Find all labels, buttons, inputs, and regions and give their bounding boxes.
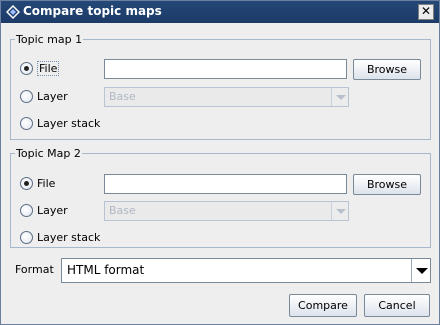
topic-map-1-layer-label[interactable]: Layer <box>37 90 68 103</box>
close-button[interactable]: ✕ <box>418 4 434 20</box>
chevron-down-icon <box>331 88 348 106</box>
topic-map-1-layer-value: Base <box>109 90 136 103</box>
topic-map-2-layer-select: Base <box>104 201 349 221</box>
topic-map-1-layer-stack-label[interactable]: Layer stack <box>37 117 100 130</box>
format-select[interactable]: HTML format <box>61 258 431 283</box>
format-value: HTML format <box>67 263 145 277</box>
topic-map-2-layer-stack-label[interactable]: Layer stack <box>37 231 100 244</box>
topic-map-2-group: Topic Map 2 File Browse Layer Base Layer… <box>10 147 431 248</box>
topic-map-1-file-label[interactable]: File <box>37 61 60 76</box>
topic-map-2-browse-button[interactable]: Browse <box>353 174 421 195</box>
window-title: Compare topic maps <box>23 4 162 18</box>
close-icon: ✕ <box>420 4 432 18</box>
topic-map-icon <box>6 5 20 19</box>
topic-map-1-file-radio[interactable] <box>20 62 33 75</box>
topic-map-1-layer-radio[interactable] <box>20 90 33 103</box>
compare-button[interactable]: Compare <box>289 294 357 317</box>
topic-map-2-layer-label[interactable]: Layer <box>37 204 68 217</box>
topic-map-2-file-label[interactable]: File <box>37 177 55 190</box>
topic-map-2-layer-radio[interactable] <box>20 204 33 217</box>
topic-map-1-file-input[interactable] <box>104 59 347 79</box>
topic-map-1-group: Topic map 1 File Browse Layer Base Layer… <box>10 33 431 140</box>
topic-map-1-layer-select: Base <box>104 87 349 107</box>
topic-map-2-legend: Topic Map 2 <box>16 147 81 160</box>
topic-map-2-file-radio[interactable] <box>20 177 33 190</box>
format-label: Format <box>15 263 54 276</box>
chevron-down-icon <box>331 202 348 220</box>
chevron-down-icon[interactable] <box>411 259 430 282</box>
title-bar[interactable]: Compare topic maps ✕ <box>1 1 439 23</box>
topic-map-1-browse-button[interactable]: Browse <box>353 59 421 80</box>
topic-map-2-layer-value: Base <box>109 204 136 217</box>
topic-map-2-layer-stack-radio[interactable] <box>20 231 33 244</box>
topic-map-2-file-input[interactable] <box>104 174 347 194</box>
topic-map-1-layer-stack-radio[interactable] <box>20 117 33 130</box>
compare-topic-maps-dialog: Compare topic maps ✕ Topic map 1 File Br… <box>0 0 440 325</box>
topic-map-1-legend: Topic map 1 <box>16 33 83 46</box>
cancel-button[interactable]: Cancel <box>364 294 430 317</box>
